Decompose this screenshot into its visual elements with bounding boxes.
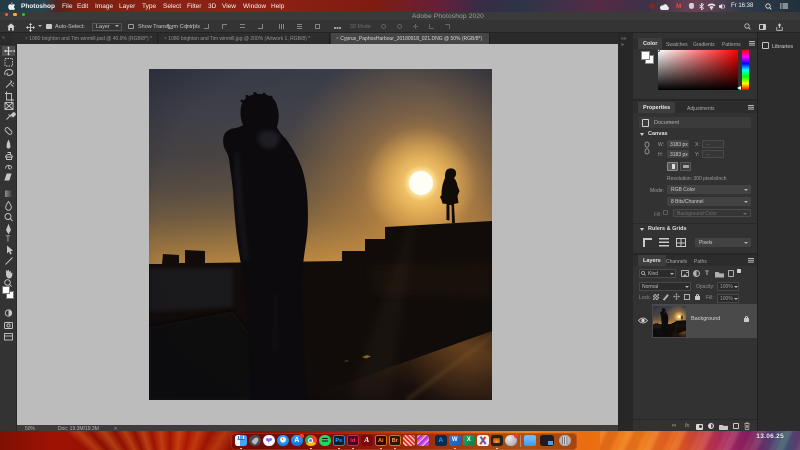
svg-text:T: T	[6, 235, 11, 244]
